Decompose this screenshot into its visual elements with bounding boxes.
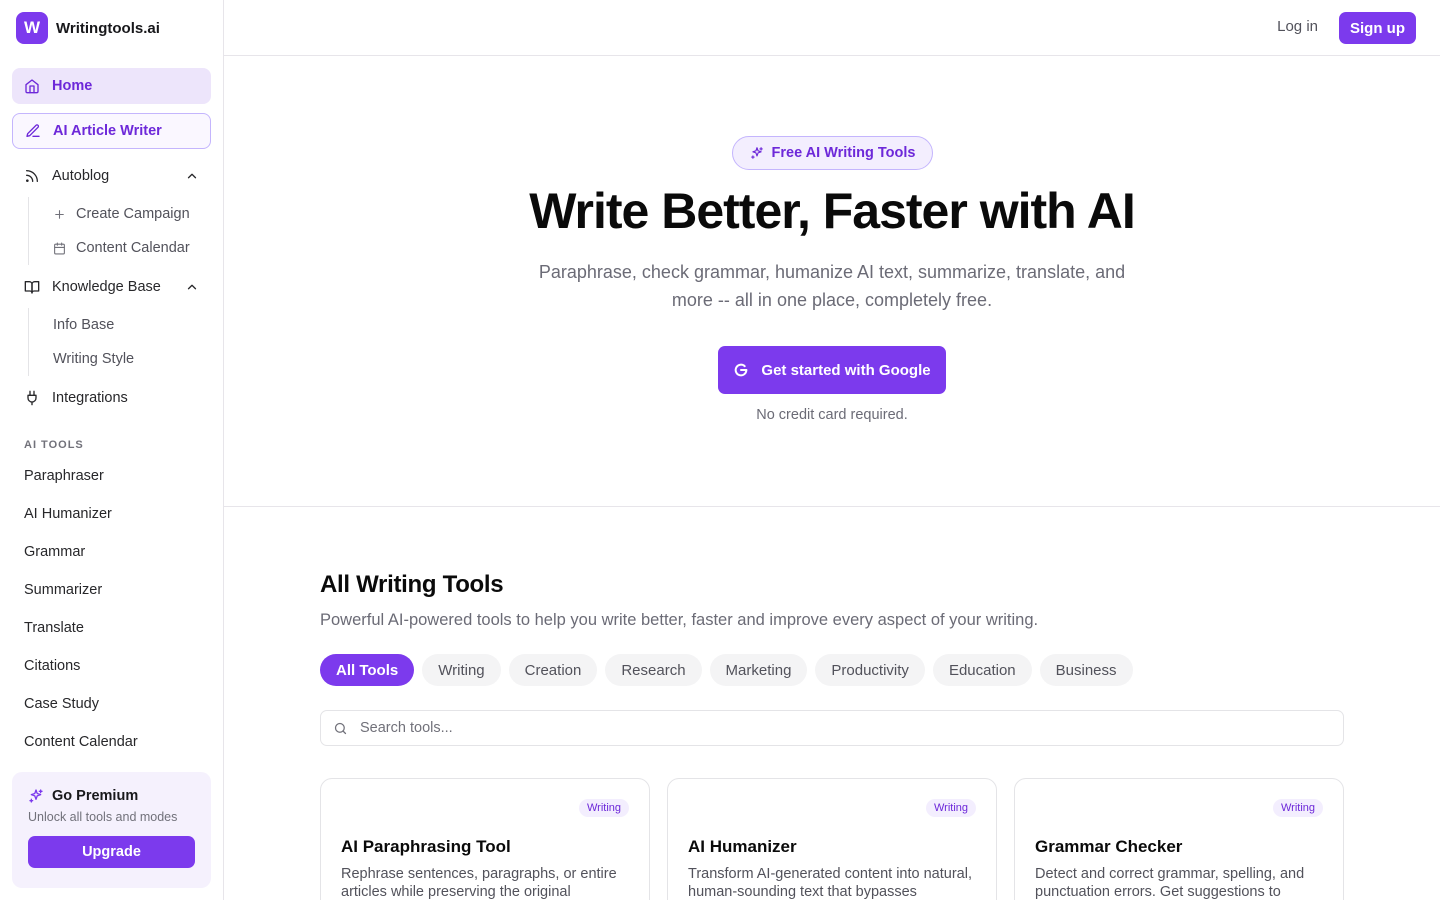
tools-title: All Writing Tools <box>320 571 504 598</box>
signup-button[interactable]: Sign up <box>1339 12 1416 44</box>
tool-card-title: AI Humanizer <box>688 837 797 856</box>
sidebar-tool-paraphraser[interactable]: Paraphraser <box>12 457 211 495</box>
category-filters: All Tools Writing Creation Research Mark… <box>320 654 1344 686</box>
search-icon <box>334 722 347 734</box>
autoblog-submenu: Create Campaign Content Calendar <box>28 197 211 265</box>
hero-badge-text: Free AI Writing Tools <box>771 145 916 161</box>
sidebar-tool-case-study[interactable]: Case Study <box>12 685 211 723</box>
filter-business[interactable]: Business <box>1039 654 1133 686</box>
knowledge-base-submenu: Info Base Writing Style <box>28 308 211 376</box>
sidebar-tool-summarizer[interactable]: Summarizer <box>12 571 211 609</box>
hero-subtitle: Paraphrase, check grammar, humanize AI t… <box>538 262 1126 310</box>
hero-badge: Free AI Writing Tools <box>732 136 933 170</box>
tool-card-paraphrasing[interactable]: Writing AI Paraphrasing Tool Rephrase se… <box>320 778 650 900</box>
sidebar-subitem-label: Content Calendar <box>76 240 190 256</box>
sidebar-tool-content-calendar[interactable]: Content Calendar <box>12 723 211 761</box>
sidebar-subitem-info-base[interactable]: Info Base <box>29 308 211 342</box>
tool-card-description: Rephrase sentences, paragraphs, or entir… <box>341 866 617 900</box>
tool-category-badge: Writing <box>925 799 976 817</box>
sidebar-tool-citations[interactable]: Citations <box>12 647 211 685</box>
google-signin-label: Get started with Google <box>761 361 931 379</box>
tool-cards: Writing AI Paraphrasing Tool Rephrase se… <box>320 778 1344 900</box>
filter-all-tools[interactable]: All Tools <box>320 654 415 686</box>
brand-logo: W <box>16 12 48 44</box>
sidebar-subitem-label: Writing Style <box>53 351 135 367</box>
book-open-icon <box>24 281 40 294</box>
upgrade-button[interactable]: Upgrade <box>28 836 195 868</box>
filter-research[interactable]: Research <box>605 654 702 686</box>
google-signin-button[interactable]: Get started with Google <box>718 346 946 394</box>
hero-section: Free AI Writing Tools Write Better, Fast… <box>224 56 1440 507</box>
tool-card-grammar-checker[interactable]: Writing Grammar Checker Detect and corre… <box>1014 778 1344 900</box>
premium-card: Go Premium Unlock all tools and modes Up… <box>12 772 211 888</box>
filter-marketing[interactable]: Marketing <box>709 654 808 686</box>
sidebar-subitem-create-campaign[interactable]: Create Campaign <box>29 197 211 231</box>
sidebar-item-knowledge-base[interactable]: Knowledge Base <box>12 269 211 305</box>
plus-icon <box>55 209 64 219</box>
sidebar-tool-ai-humanizer[interactable]: AI Humanizer <box>12 495 211 533</box>
sidebar-tool-translate[interactable]: Translate <box>12 609 211 647</box>
sidebar-subitem-label: Create Campaign <box>76 206 190 222</box>
brand-name: Writingtools.ai <box>56 19 160 37</box>
sidebar-item-label: Autoblog <box>52 168 110 184</box>
tool-category-badge: Writing <box>1272 799 1323 817</box>
sidebar-item-autoblog[interactable]: Autoblog <box>12 158 211 194</box>
sidebar-item-integrations[interactable]: Integrations <box>12 380 211 416</box>
tool-category-badge: Writing <box>578 799 629 817</box>
plug-icon <box>27 390 37 406</box>
sidebar-item-label: Home <box>52 78 93 94</box>
sidebar-item-label: Integrations <box>52 390 128 406</box>
tool-card-humanizer[interactable]: Writing AI Humanizer Transform AI-genera… <box>667 778 997 900</box>
sidebar-nav: Home AI Article Writer Autoblog Create C… <box>0 56 223 761</box>
sidebar-item-home[interactable]: Home <box>12 68 211 104</box>
premium-subtitle: Unlock all tools and modes <box>28 810 178 824</box>
sidebar-item-label: Knowledge Base <box>52 279 161 295</box>
brand[interactable]: W Writingtools.ai <box>0 0 223 56</box>
tool-card-description: Detect and correct grammar, spelling, an… <box>1035 866 1305 900</box>
filter-creation[interactable]: Creation <box>508 654 598 686</box>
tool-card-description: Transform AI-generated content into natu… <box>688 866 972 900</box>
sidebar-item-ai-article-writer[interactable]: AI Article Writer <box>12 113 211 149</box>
filter-education[interactable]: Education <box>932 654 1032 686</box>
sidebar-subitem-content-calendar[interactable]: Content Calendar <box>29 231 211 265</box>
sparkles-icon <box>750 147 763 159</box>
tool-card-title: Grammar Checker <box>1035 837 1183 856</box>
ai-tools-section-label: AI TOOLS <box>24 439 84 451</box>
calendar-icon <box>54 242 65 254</box>
home-icon <box>25 79 39 94</box>
chevron-up-icon[interactable] <box>185 280 199 294</box>
login-link[interactable]: Log in <box>1277 18 1318 35</box>
premium-title: Go Premium <box>28 788 195 804</box>
topbar: Log in Sign up <box>224 0 1440 56</box>
tool-search <box>320 710 1344 746</box>
sidebar-subitem-label: Info Base <box>53 317 115 333</box>
pencil-icon <box>26 124 40 137</box>
filter-writing[interactable]: Writing <box>422 654 501 686</box>
tool-card-title: AI Paraphrasing Tool <box>341 837 511 856</box>
filter-productivity[interactable]: Productivity <box>815 654 925 686</box>
no-credit-card-note: No credit card required. <box>756 407 908 423</box>
sidebar-tool-grammar[interactable]: Grammar <box>12 533 211 571</box>
google-icon <box>735 363 748 377</box>
rss-icon <box>26 170 38 182</box>
tools-subtitle: Powerful AI-powered tools to help you wr… <box>320 611 1039 629</box>
sidebar-subitem-writing-style[interactable]: Writing Style <box>29 342 211 376</box>
sidebar-item-label: AI Article Writer <box>53 123 162 139</box>
sparkles-icon <box>29 789 43 803</box>
tools-section: All Writing Tools Powerful AI-powered to… <box>320 507 1344 900</box>
premium-title-text: Go Premium <box>52 788 139 804</box>
search-input[interactable] <box>360 720 1343 736</box>
chevron-up-icon[interactable] <box>185 169 199 183</box>
sidebar: W Writingtools.ai Home AI Article Writer… <box>0 0 224 900</box>
hero-title: Write Better, Faster with AI <box>529 183 1135 239</box>
